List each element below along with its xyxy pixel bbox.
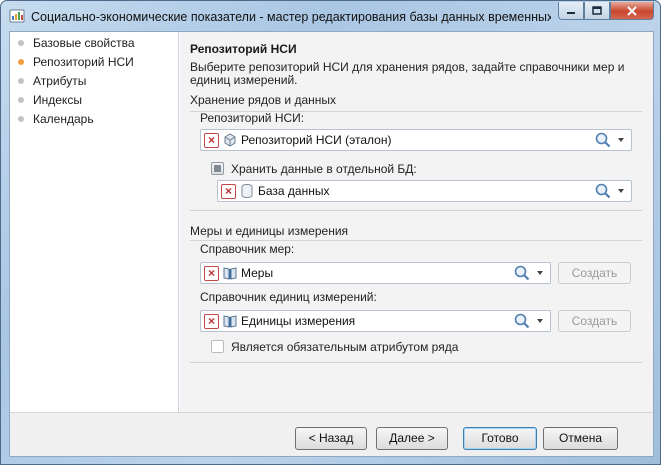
search-icon[interactable] — [594, 131, 612, 149]
dictionary-icon — [223, 315, 237, 328]
database-icon — [241, 184, 253, 198]
maximize-icon — [592, 6, 602, 15]
close-icon — [627, 5, 637, 16]
repo-value: Репозиторий НСИ (эталон) — [241, 133, 392, 147]
chevron-down-icon[interactable] — [533, 264, 547, 282]
separate-db-label: Хранить данные в отдельной БД: — [231, 162, 417, 176]
dialog-client: Базовые свойства Репозиторий НСИ Атрибут… — [9, 31, 654, 457]
database-value: База данных — [258, 184, 330, 198]
clear-x-icon[interactable]: × — [204, 313, 219, 329]
group-title-storage: Хранение рядов и данных — [190, 93, 337, 107]
required-attribute-label: Является обязательным атрибутом ряда — [231, 340, 459, 354]
chevron-down-icon[interactable] — [614, 182, 628, 200]
maximize-button[interactable] — [584, 2, 610, 20]
close-button[interactable] — [610, 2, 654, 20]
finish-button[interactable]: Готово — [463, 427, 537, 450]
chevron-down-icon[interactable] — [614, 131, 628, 149]
create-units-button[interactable]: Создать — [558, 310, 631, 332]
clear-x-icon[interactable]: × — [221, 183, 236, 199]
minimize-icon — [567, 11, 575, 14]
repo-label: Репозиторий НСИ: — [200, 111, 305, 125]
step-label: Репозиторий НСИ — [33, 55, 134, 69]
step-bullet-icon — [18, 116, 24, 122]
measures-label: Справочник мер: — [200, 242, 295, 256]
search-icon[interactable] — [513, 312, 531, 330]
caption-buttons — [558, 2, 654, 20]
cancel-button[interactable]: Отмена — [543, 427, 618, 450]
chevron-down-icon[interactable] — [533, 312, 547, 330]
next-button[interactable]: Далее > — [376, 427, 448, 450]
step-attributes[interactable]: Атрибуты — [10, 72, 179, 90]
separate-db-checkbox[interactable] — [211, 162, 224, 175]
step-bullet-icon — [18, 78, 24, 84]
title-bar[interactable]: Социально-экономические показатели - мас… — [1, 1, 660, 31]
group-divider — [190, 210, 642, 211]
search-icon[interactable] — [513, 264, 531, 282]
units-label: Справочник единиц измерений: — [200, 290, 377, 304]
page-description: Выберите репозиторий НСИ для хранения ря… — [190, 60, 625, 87]
measures-value: Меры — [241, 266, 274, 280]
step-bullet-icon — [18, 40, 24, 46]
search-icon[interactable] — [594, 182, 612, 200]
step-base-properties[interactable]: Базовые свойства — [10, 34, 179, 52]
back-button[interactable]: < Назад — [295, 427, 367, 450]
clear-x-icon[interactable]: × — [204, 265, 219, 281]
step-label: Индексы — [33, 93, 82, 107]
step-label: Базовые свойства — [33, 36, 135, 50]
group-divider — [190, 240, 642, 241]
window-title: Социально-экономические показатели - мас… — [31, 10, 551, 24]
clear-x-icon[interactable]: × — [204, 132, 219, 148]
repository-icon — [224, 133, 236, 147]
database-combo[interactable]: × База данных — [217, 180, 632, 202]
minimize-button[interactable] — [558, 2, 584, 20]
step-label: Календарь — [33, 112, 94, 126]
step-calendar[interactable]: Календарь — [10, 110, 179, 128]
wizard-footer: < Назад Далее > Готово Отмена — [10, 412, 653, 456]
wizard-steps: Базовые свойства Репозиторий НСИ Атрибут… — [10, 32, 179, 412]
required-attribute-checkbox[interactable] — [211, 340, 224, 353]
repo-combo[interactable]: × Репозиторий НСИ (эталон) — [200, 129, 632, 151]
wizard-window: Социально-экономические показатели - мас… — [0, 0, 661, 465]
dictionary-icon — [223, 267, 237, 280]
step-indexes[interactable]: Индексы — [10, 91, 179, 109]
group-divider — [190, 362, 642, 363]
step-bullet-icon — [18, 97, 24, 103]
create-measures-button[interactable]: Создать — [558, 262, 631, 284]
step-bullet-active-icon — [18, 59, 24, 65]
group-title-measures: Меры и единицы измерения — [190, 224, 349, 238]
step-nsi-repository[interactable]: Репозиторий НСИ — [10, 53, 179, 71]
measures-combo[interactable]: × Меры — [200, 262, 551, 284]
step-content: Репозиторий НСИ Выберите репозиторий НСИ… — [180, 32, 653, 412]
step-label: Атрибуты — [33, 74, 87, 88]
units-combo[interactable]: × Единицы измерения — [200, 310, 551, 332]
units-value: Единицы измерения — [241, 314, 356, 328]
app-icon — [9, 9, 25, 23]
page-title: Репозиторий НСИ — [190, 42, 297, 56]
